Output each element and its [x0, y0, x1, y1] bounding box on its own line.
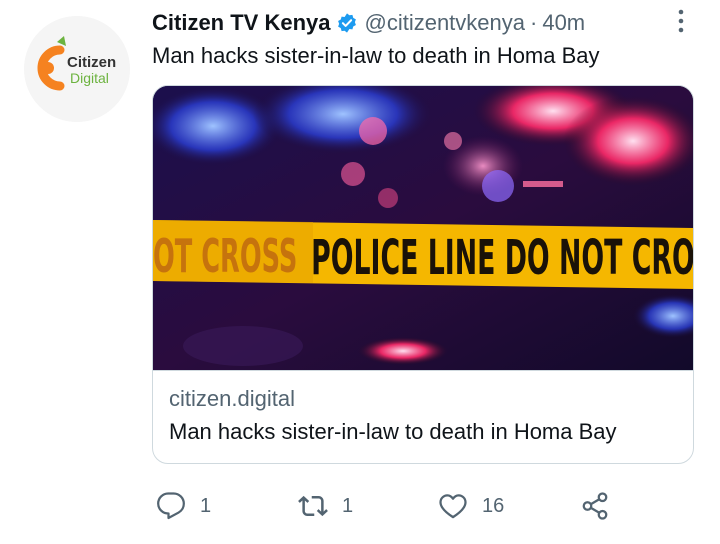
- card-image[interactable]: OT CROSS POLICE LINE DO NOT CROSS: [153, 86, 694, 371]
- tape-text-main: POLICE LINE DO NOT CROSS: [311, 231, 694, 286]
- more-options-icon[interactable]: [668, 8, 694, 34]
- share-button[interactable]: [580, 486, 610, 526]
- retweet-button[interactable]: 1: [298, 486, 353, 526]
- link-card[interactable]: OT CROSS POLICE LINE DO NOT CROSS citize…: [152, 85, 694, 464]
- tweet-text: Man hacks sister-in-law to death in Homa…: [152, 43, 600, 68]
- like-count: 16: [482, 494, 505, 517]
- retweet-count: 1: [342, 494, 354, 517]
- citizen-digital-logo: Citizen Digital: [24, 16, 130, 122]
- tweet-header: Citizen TV Kenya @citizentvkenya · 40m: [152, 8, 585, 38]
- tape-text-left: OT CROSS: [153, 230, 297, 284]
- separator-dot: ·: [530, 10, 538, 35]
- verified-badge-icon: [336, 12, 358, 34]
- svg-text:Digital: Digital: [70, 70, 109, 86]
- reply-count: 1: [200, 494, 212, 517]
- avatar[interactable]: Citizen Digital: [24, 16, 130, 122]
- reply-icon: [157, 492, 185, 520]
- tweet-actions: 1 1 16: [152, 486, 622, 526]
- card-title: Man hacks sister-in-law to death in Homa…: [169, 419, 617, 444]
- reply-button[interactable]: 1: [156, 486, 211, 526]
- timestamp[interactable]: 40m: [542, 10, 585, 36]
- heart-icon: [439, 494, 467, 519]
- retweet-icon: [298, 495, 328, 517]
- like-button[interactable]: 16: [438, 486, 504, 526]
- card-domain: citizen.digital: [169, 386, 295, 411]
- share-icon: [582, 492, 608, 520]
- display-name[interactable]: Citizen TV Kenya: [152, 10, 330, 36]
- handle[interactable]: @citizentvkenya: [364, 10, 525, 36]
- svg-text:Citizen: Citizen: [67, 54, 116, 71]
